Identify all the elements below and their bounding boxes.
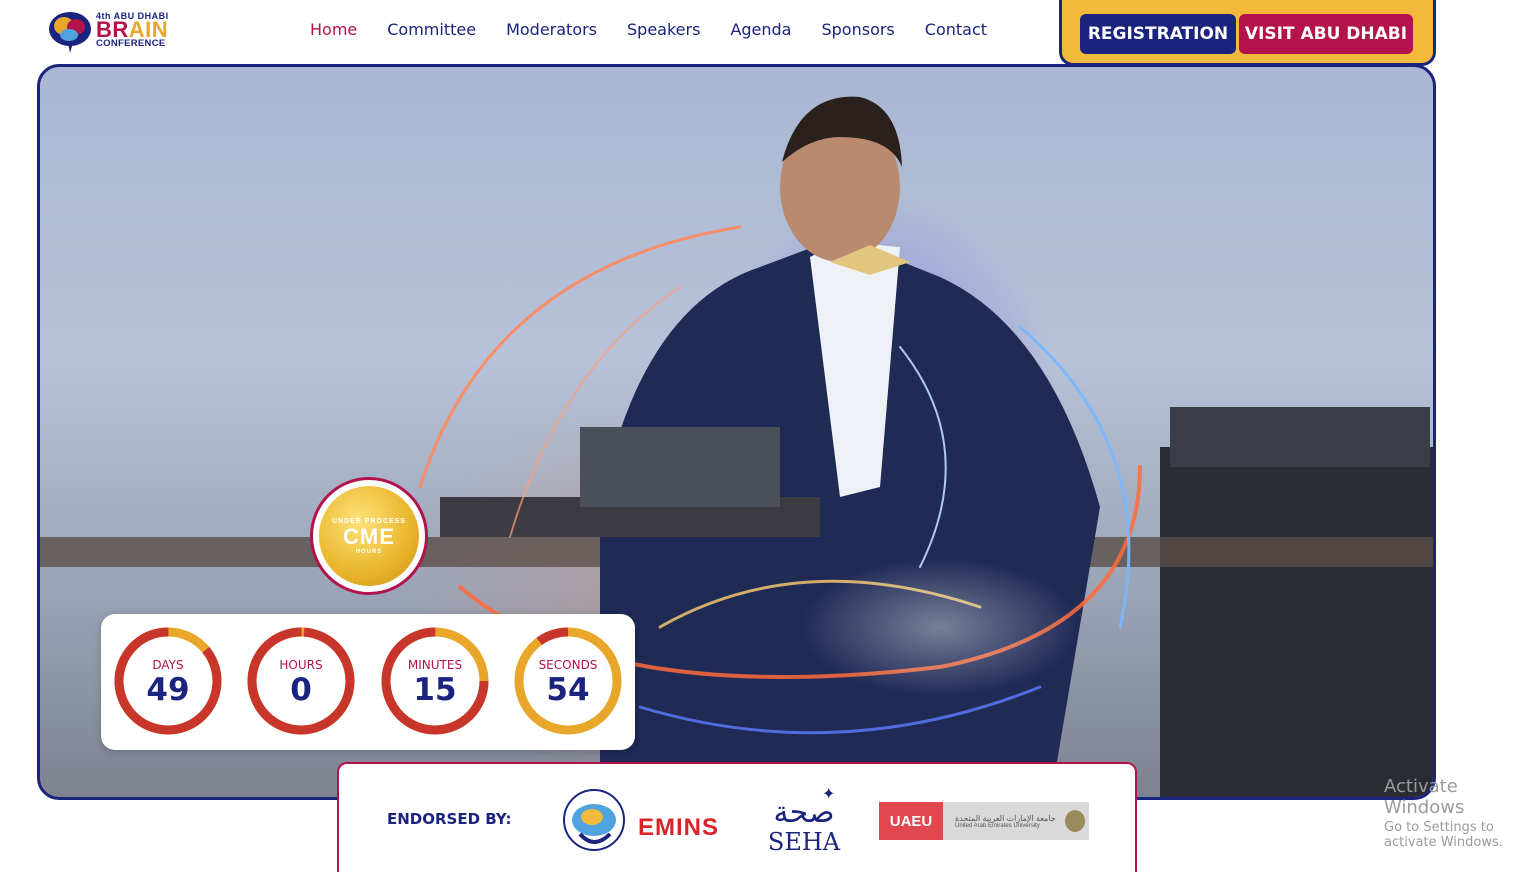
minutes-value: 15 <box>413 672 457 708</box>
seha-star-icon: ✦ <box>822 786 836 803</box>
brain-logo-icon <box>49 12 91 53</box>
cme-badge: UNDER PROCESS CME HOURS <box>310 477 428 595</box>
emins-text: EMINS <box>638 814 720 841</box>
countdown-timer: DAYS 49 HOURS 0 MINUTES 15 SECONDS 54 <box>101 614 635 750</box>
activation-line1: Activate Windows <box>1384 776 1465 818</box>
minutes-label: MINUTES <box>407 658 463 672</box>
nav-agenda[interactable]: Agenda <box>730 20 791 39</box>
seha-logo[interactable]: ✦ صحة SEHA <box>759 782 849 862</box>
windows-activation-watermark: Activate Windows Go to Settings to activ… <box>1384 776 1523 850</box>
hours-value: 0 <box>290 672 312 708</box>
seconds-label: SECONDS <box>538 658 598 672</box>
nav-committee[interactable]: Committee <box>387 20 476 39</box>
seha-english-text: SEHA <box>767 828 841 856</box>
seconds-value: 54 <box>546 672 590 708</box>
logo-brain-word: BRAIN <box>96 16 169 42</box>
uaeu-logo[interactable]: UAEU جامعة الإمارات العربية المتحدة Unit… <box>879 802 1089 840</box>
uaeu-crest-icon <box>1065 810 1085 832</box>
nav-speakers[interactable]: Speakers <box>627 20 700 39</box>
emins-logo[interactable]: EMINS <box>552 784 732 856</box>
nav-home[interactable]: Home <box>310 20 357 39</box>
days-value: 49 <box>146 672 190 708</box>
countdown-days: DAYS 49 <box>113 626 223 736</box>
seha-arabic-text: صحة <box>773 795 835 830</box>
cme-seal-icon: UNDER PROCESS CME HOURS <box>319 486 419 586</box>
main-nav: Home Committee Moderators Speakers Agend… <box>310 20 987 39</box>
header-cta-panel: REGISTRATION VISIT ABU DHABI <box>1059 0 1436 66</box>
countdown-seconds: SECONDS 54 <box>513 626 623 736</box>
conference-logo[interactable]: 4th ABU DHABI BRAIN CONFERENCE <box>46 6 186 54</box>
activation-line2: Go to Settings to activate Windows. <box>1384 820 1503 850</box>
days-label: DAYS <box>152 658 184 672</box>
nav-contact[interactable]: Contact <box>925 20 987 39</box>
countdown-hours: HOURS 0 <box>246 626 356 736</box>
emins-emblem-icon <box>563 789 625 851</box>
cme-main-text: CME <box>343 523 395 549</box>
registration-button[interactable]: REGISTRATION <box>1080 13 1236 54</box>
nav-sponsors[interactable]: Sponsors <box>821 20 894 39</box>
hours-label: HOURS <box>279 658 323 672</box>
logo-conference-word: CONFERENCE <box>96 37 166 49</box>
endorsed-label: ENDORSED BY: <box>387 810 512 828</box>
nav-moderators[interactable]: Moderators <box>506 20 597 39</box>
visit-abu-dhabi-button[interactable]: VISIT ABU DHABI <box>1239 13 1413 54</box>
countdown-minutes: MINUTES 15 <box>380 626 490 736</box>
endorsed-by-panel: ENDORSED BY: EMINS ✦ صحة SEHA UAEU جامعة… <box>337 762 1137 872</box>
cme-sub-text: HOURS <box>355 548 383 555</box>
uaeu-short-text: UAEU <box>879 802 943 840</box>
